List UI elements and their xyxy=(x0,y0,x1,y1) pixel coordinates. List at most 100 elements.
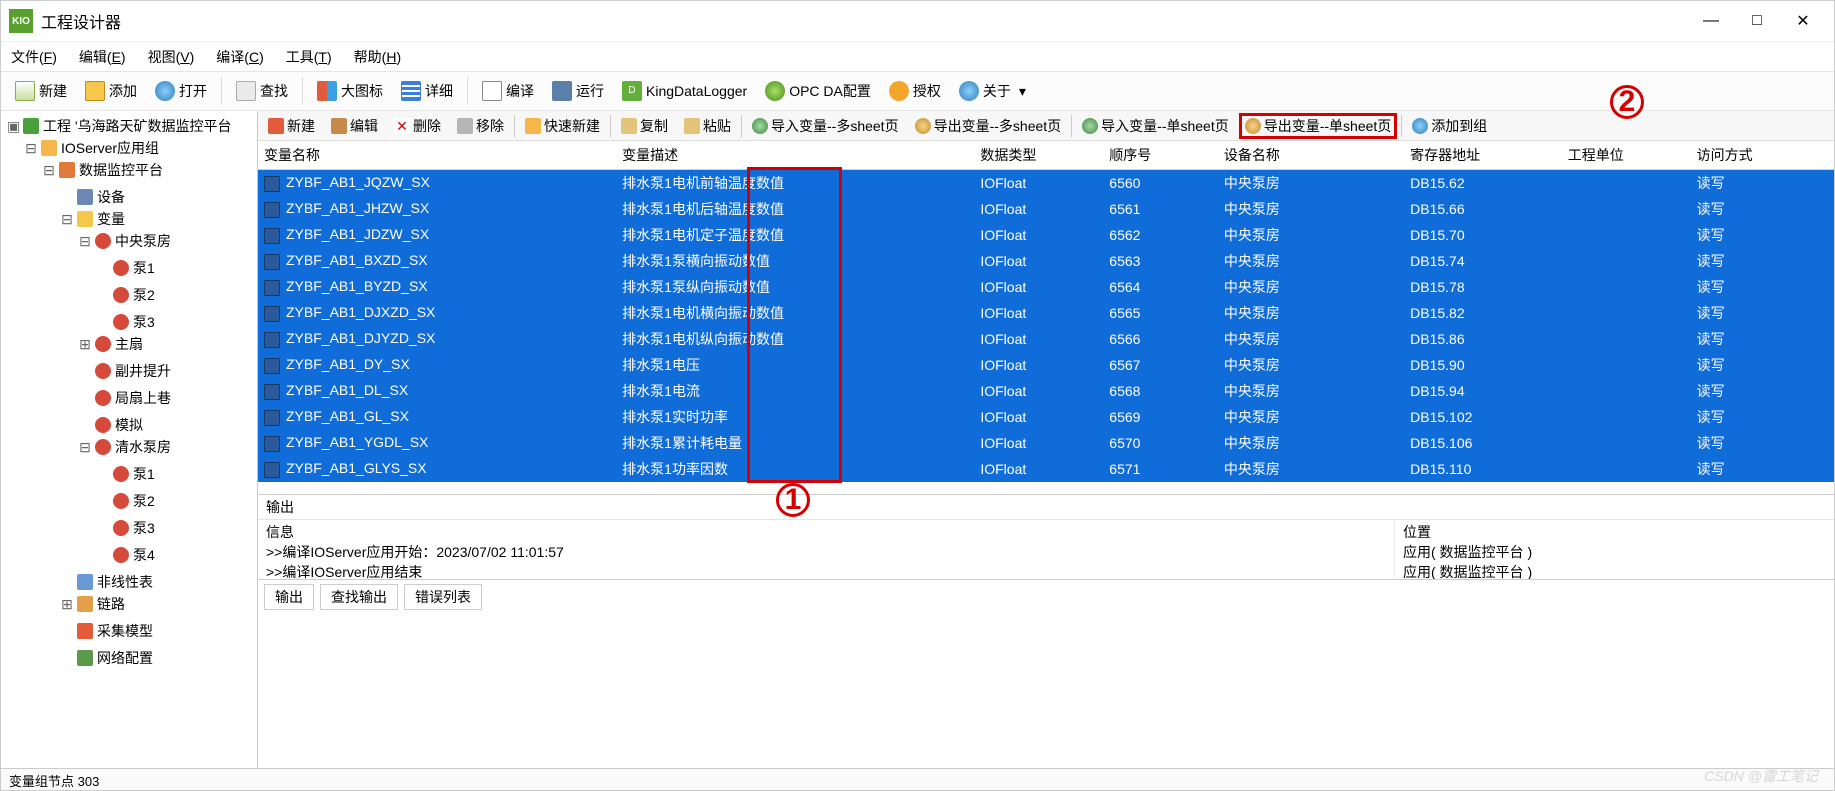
col-access[interactable]: 访问方式 xyxy=(1691,141,1834,170)
detail-button[interactable]: 详细 xyxy=(393,77,461,105)
table-cell xyxy=(1562,248,1691,274)
export-single-sheet-button[interactable]: 导出变量--单sheet页 xyxy=(1239,113,1398,139)
table-row[interactable]: ZYBF_AB1_DL_SX排水泵1电流IOFloat6568中央泵房DB15.… xyxy=(258,378,1834,404)
tree-qs-pump1[interactable]: 泵1 xyxy=(95,463,157,485)
col-desc[interactable]: 变量描述 xyxy=(616,141,974,170)
table-cell: ZYBF_AB1_BYZD_SX xyxy=(258,274,616,300)
maximize-button[interactable]: □ xyxy=(1734,6,1780,36)
table-cell: 中央泵房 xyxy=(1218,300,1404,326)
project-tree[interactable]: ▣工程 '乌海路天矿数据监控平台 ⊟IOServer应用组 ⊟数据监控平台 设备… xyxy=(3,115,255,669)
tree-zhongyang[interactable]: ⊟中央泵房 xyxy=(77,230,173,252)
tree-qs-pump4[interactable]: 泵4 xyxy=(95,544,157,566)
tree-jushan[interactable]: 局扇上巷 xyxy=(77,387,173,409)
table-cell: IOFloat xyxy=(974,326,1103,352)
table-row[interactable]: ZYBF_AB1_DJYZD_SX排水泵1电机纵向振动数值IOFloat6566… xyxy=(258,326,1834,352)
col-device[interactable]: 设备名称 xyxy=(1218,141,1404,170)
tree-fujing[interactable]: 副井提升 xyxy=(77,360,173,382)
table-cell: IOFloat xyxy=(974,430,1103,456)
table-cell: 中央泵房 xyxy=(1218,326,1404,352)
run-button[interactable]: 运行 xyxy=(544,77,612,105)
tree-link[interactable]: ⊞链路 xyxy=(59,593,127,615)
table-cell: 中央泵房 xyxy=(1218,456,1404,482)
tree-ioserver-group[interactable]: ⊟IOServer应用组 xyxy=(23,137,161,159)
tree-device[interactable]: 设备 xyxy=(59,186,127,208)
tree-pump2[interactable]: 泵2 xyxy=(95,284,157,306)
add-to-group-button[interactable]: 添加到组 xyxy=(1406,114,1493,138)
menu-help[interactable]: 帮助(H) xyxy=(354,47,401,67)
table-row[interactable]: ZYBF_AB1_DY_SX排水泵1电压IOFloat6567中央泵房DB15.… xyxy=(258,352,1834,378)
table-cell: IOFloat xyxy=(974,378,1103,404)
output-tab-errors[interactable]: 错误列表 xyxy=(404,584,482,610)
new-button[interactable]: 新建 xyxy=(7,77,75,105)
kingdatalogger-button[interactable]: DKingDataLogger xyxy=(614,77,755,105)
sub-paste-button[interactable]: 粘贴 xyxy=(678,114,737,138)
table-row[interactable]: ZYBF_AB1_GLYS_SX排水泵1功率因数IOFloat6571中央泵房D… xyxy=(258,456,1834,482)
big-icon-button[interactable]: 大图标 xyxy=(309,77,391,105)
opc-config-button[interactable]: OPC DA配置 xyxy=(757,77,879,105)
output-tab-output[interactable]: 输出 xyxy=(264,584,314,610)
table-cell: DB15.106 xyxy=(1404,430,1562,456)
table-cell: 6570 xyxy=(1103,430,1218,456)
compile-button[interactable]: 编译 xyxy=(474,77,542,105)
variable-grid[interactable]: 变量名称 变量描述 数据类型 顺序号 设备名称 寄存器地址 工程单位 访问方式 … xyxy=(258,141,1834,482)
copy-icon xyxy=(621,118,637,134)
sub-new-button[interactable]: 新建 xyxy=(262,114,321,138)
tree-netcfg[interactable]: 网络配置 xyxy=(59,647,155,669)
sub-delete-button[interactable]: ✕删除 xyxy=(388,114,447,138)
add-button[interactable]: 添加 xyxy=(77,77,145,105)
table-row[interactable]: ZYBF_AB1_BXZD_SX排水泵1泵横向振动数值IOFloat6563中央… xyxy=(258,248,1834,274)
table-row[interactable]: ZYBF_AB1_JDZW_SX排水泵1电机定子温度数值IOFloat6562中… xyxy=(258,222,1834,248)
export-multi-sheet-button[interactable]: 导出变量--多sheet页 xyxy=(909,114,1068,138)
tree-variables[interactable]: ⊟变量 xyxy=(59,208,127,230)
table-row[interactable]: ZYBF_AB1_YGDL_SX排水泵1累计耗电量IOFloat6570中央泵房… xyxy=(258,430,1834,456)
import-multi-sheet-button[interactable]: 导入变量--多sheet页 xyxy=(746,114,905,138)
menu-compile[interactable]: 编译(C) xyxy=(216,47,263,67)
col-name[interactable]: 变量名称 xyxy=(258,141,616,170)
network-icon xyxy=(77,650,93,666)
minimize-button[interactable]: — xyxy=(1688,6,1734,36)
tree-project-root[interactable]: ▣工程 '乌海路天矿数据监控平台 xyxy=(5,115,234,137)
table-row[interactable]: ZYBF_AB1_DJXZD_SX排水泵1电机横向振动数值IOFloat6565… xyxy=(258,300,1834,326)
table-row[interactable]: ZYBF_AB1_JQZW_SX排水泵1电机前轴温度数值IOFloat6560中… xyxy=(258,170,1834,197)
new-file-icon xyxy=(15,81,35,101)
tree-h-scrollbar[interactable] xyxy=(1,750,257,768)
col-reg[interactable]: 寄存器地址 xyxy=(1404,141,1562,170)
tree-pump1[interactable]: 泵1 xyxy=(95,257,157,279)
pencil-icon xyxy=(331,118,347,134)
arrow-new-icon xyxy=(268,118,284,134)
auth-button[interactable]: 授权 xyxy=(881,77,949,105)
col-dtype[interactable]: 数据类型 xyxy=(974,141,1103,170)
menu-edit[interactable]: 编辑(E) xyxy=(79,47,126,67)
tree-qs-pump2[interactable]: 泵2 xyxy=(95,490,157,512)
find-button[interactable]: 查找 xyxy=(228,77,296,105)
col-seq[interactable]: 顺序号 xyxy=(1103,141,1218,170)
sub-edit-button[interactable]: 编辑 xyxy=(325,114,384,138)
table-row[interactable]: ZYBF_AB1_BYZD_SX排水泵1泵纵向振动数值IOFloat6564中央… xyxy=(258,274,1834,300)
tree-nonlinear[interactable]: 非线性表 xyxy=(59,571,155,593)
sub-quick-new-button[interactable]: 快速新建 xyxy=(519,114,606,138)
menu-file[interactable]: 文件(F) xyxy=(11,47,57,67)
tree-moni[interactable]: 模拟 xyxy=(77,414,145,436)
table-row[interactable]: ZYBF_AB1_JHZW_SX排水泵1电机后轴温度数值IOFloat6561中… xyxy=(258,196,1834,222)
import-single-sheet-button[interactable]: 导入变量--单sheet页 xyxy=(1076,114,1235,138)
tree-qs-pump3[interactable]: 泵3 xyxy=(95,517,157,539)
table-cell: 6563 xyxy=(1103,248,1218,274)
table-row[interactable]: ZYBF_AB1_GL_SX排水泵1实时功率IOFloat6569中央泵房DB1… xyxy=(258,404,1834,430)
tree-zhushan[interactable]: ⊞主扇 xyxy=(77,333,145,355)
sub-copy-button[interactable]: 复制 xyxy=(615,114,674,138)
menu-view[interactable]: 视图(V) xyxy=(148,47,195,67)
table-cell xyxy=(1562,170,1691,197)
about-button[interactable]: 关于▾ xyxy=(951,77,1034,105)
tree-pump3[interactable]: 泵3 xyxy=(95,311,157,333)
app-node-icon xyxy=(59,162,75,178)
grid-header-row[interactable]: 变量名称 变量描述 数据类型 顺序号 设备名称 寄存器地址 工程单位 访问方式 xyxy=(258,141,1834,170)
open-button[interactable]: 打开 xyxy=(147,77,215,105)
tree-platform[interactable]: ⊟数据监控平台 xyxy=(41,159,165,181)
tree-qingshui[interactable]: ⊟清水泵房 xyxy=(77,436,173,458)
sub-move-button[interactable]: 移除 xyxy=(451,114,510,138)
output-tab-find[interactable]: 查找输出 xyxy=(320,584,398,610)
tree-collect[interactable]: 采集模型 xyxy=(59,620,155,642)
col-unit[interactable]: 工程单位 xyxy=(1562,141,1691,170)
menu-tools[interactable]: 工具(T) xyxy=(286,47,332,67)
close-button[interactable]: ✕ xyxy=(1780,6,1826,36)
